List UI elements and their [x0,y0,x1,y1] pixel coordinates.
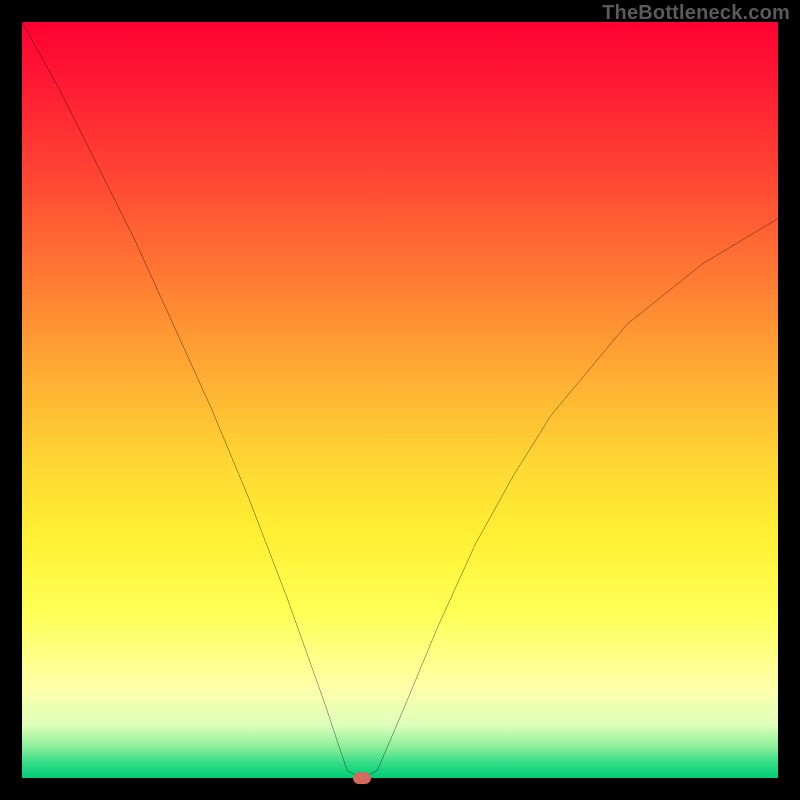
minimum-marker [353,772,371,784]
chart-frame: TheBottleneck.com [0,0,800,800]
watermark-text: TheBottleneck.com [602,2,790,25]
bottleneck-curve [22,22,778,778]
